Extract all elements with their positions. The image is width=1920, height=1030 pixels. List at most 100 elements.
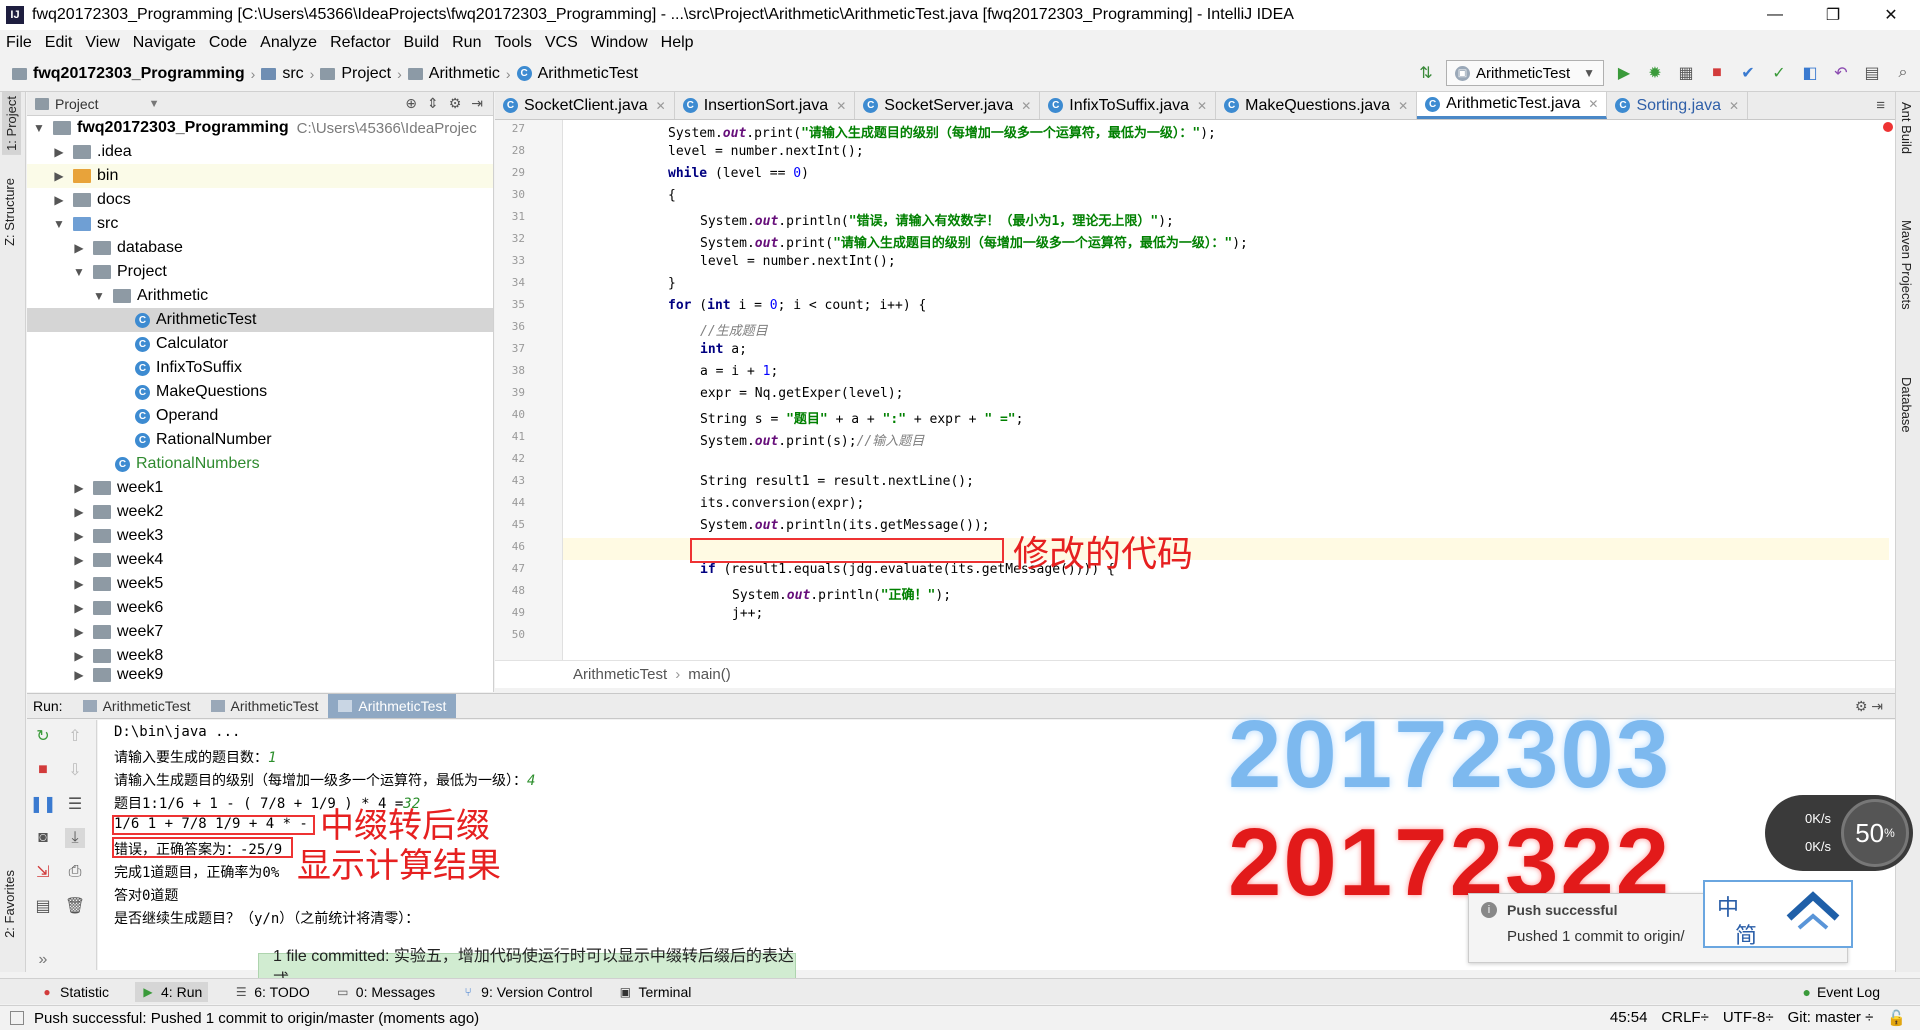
breadcrumb-method[interactable]: main() bbox=[688, 666, 731, 683]
tab-arithmetictest[interactable]: C ArithmeticTest.java ✕ bbox=[1417, 92, 1608, 119]
run-icon[interactable]: ▶ bbox=[1613, 62, 1635, 84]
tree-item-bin[interactable]: ▶ bin bbox=[27, 164, 493, 188]
tab-socketserver[interactable]: C SocketServer.java ✕ bbox=[855, 92, 1041, 119]
close-icon[interactable]: ✕ bbox=[656, 99, 666, 113]
project-structure-icon[interactable]: ▤ bbox=[1861, 62, 1883, 84]
tab-socketclient[interactable]: C SocketClient.java ✕ bbox=[495, 92, 675, 119]
tree-item-week1[interactable]: ▶ week1 bbox=[27, 476, 493, 500]
line-separator[interactable]: CRLF÷ bbox=[1661, 1009, 1708, 1027]
project-view-select[interactable]: Project bbox=[55, 96, 99, 112]
layout-icon[interactable]: ▤ bbox=[33, 896, 53, 916]
breadcrumb-class[interactable]: ArithmeticTest bbox=[573, 666, 667, 683]
tree-item-makequestions[interactable]: C MakeQuestions bbox=[27, 380, 493, 404]
collapse-arrow-icon[interactable]: ▶ bbox=[71, 553, 87, 567]
database-tab[interactable]: Database bbox=[1899, 377, 1914, 433]
run-tab[interactable]: ArithmeticTest bbox=[201, 694, 329, 718]
tree-item-week2[interactable]: ▶ week2 bbox=[27, 500, 493, 524]
tree-item-database[interactable]: ▶ database bbox=[27, 236, 493, 260]
tree-item-rationalnumbers[interactable]: C RationalNumbers bbox=[27, 452, 493, 476]
menu-edit[interactable]: Edit bbox=[45, 34, 73, 52]
tree-item-operand[interactable]: C Operand bbox=[27, 404, 493, 428]
vcs-revert-icon[interactable]: ↶ bbox=[1830, 62, 1852, 84]
collapse-arrow-icon[interactable]: ▶ bbox=[51, 169, 67, 183]
tab-insertionsort[interactable]: C InsertionSort.java ✕ bbox=[675, 92, 856, 119]
ime-toolbar[interactable]: 中 简 bbox=[1703, 880, 1853, 948]
close-icon[interactable]: ✕ bbox=[1021, 99, 1031, 113]
gear-icon[interactable]: ⚙ ⇥ bbox=[1855, 698, 1883, 715]
vcs-commit-icon[interactable]: ✓ bbox=[1768, 62, 1790, 84]
collapse-arrow-icon[interactable]: ▶ bbox=[71, 481, 87, 495]
collapse-arrow-icon[interactable]: ▶ bbox=[51, 193, 67, 207]
expand-arrow-icon[interactable]: ▼ bbox=[91, 289, 107, 303]
tab-messages[interactable]: ▭ 0: Messages bbox=[336, 984, 435, 1000]
collapse-arrow-icon[interactable]: ▶ bbox=[71, 505, 87, 519]
tree-root[interactable]: ▼ fwq20172303_Programming C:\Users\45366… bbox=[27, 116, 493, 140]
collapse-arrow-icon[interactable]: ▶ bbox=[71, 577, 87, 591]
collapse-arrow-icon[interactable]: ▶ bbox=[71, 529, 87, 543]
breadcrumb-src[interactable]: src › bbox=[261, 65, 314, 83]
search-icon[interactable]: ⌕ bbox=[1892, 62, 1914, 84]
scroll-to-end-icon[interactable]: ⤓ bbox=[65, 828, 85, 848]
soft-wrap-icon[interactable]: ☰ bbox=[65, 794, 85, 814]
tree-item-idea[interactable]: ▶ .idea bbox=[27, 140, 493, 164]
git-branch[interactable]: Git: master ÷ bbox=[1788, 1009, 1874, 1027]
pause-icon[interactable]: ❚❚ bbox=[30, 794, 57, 814]
collapse-icon[interactable]: ⇕ bbox=[427, 95, 439, 112]
commit-balloon[interactable]: 1 file committed: 实验五，增加代码使运行时可以显示中缀转后缀后… bbox=[258, 948, 796, 989]
tab-run[interactable]: ▶ 4: Run bbox=[135, 981, 209, 1002]
close-icon[interactable]: ✕ bbox=[1398, 99, 1408, 113]
file-encoding[interactable]: UTF-8÷ bbox=[1723, 1009, 1774, 1027]
collapse-arrow-icon[interactable]: ▶ bbox=[71, 625, 87, 639]
menu-refactor[interactable]: Refactor bbox=[330, 34, 390, 52]
exit-icon[interactable]: ⇲ bbox=[33, 862, 53, 882]
tree-item-infixtosuffix[interactable]: C InfixToSuffix bbox=[27, 356, 493, 380]
lock-icon[interactable]: 🔓 bbox=[1887, 1009, 1906, 1027]
stop-icon[interactable]: ■ bbox=[33, 760, 53, 780]
caret-position[interactable]: 45:54 bbox=[1610, 1009, 1648, 1027]
collapse-arrow-icon[interactable]: ▶ bbox=[71, 601, 87, 615]
tree-item-week3[interactable]: ▶ week3 bbox=[27, 524, 493, 548]
tree-item-docs[interactable]: ▶ docs bbox=[27, 188, 493, 212]
menu-window[interactable]: Window bbox=[591, 34, 648, 52]
tree-item-rationalnumber[interactable]: C RationalNumber bbox=[27, 428, 493, 452]
maximize-button[interactable]: ❐ bbox=[1804, 0, 1862, 30]
error-indicator-icon[interactable] bbox=[1883, 122, 1893, 132]
more-icon[interactable]: » bbox=[33, 950, 53, 970]
breadcrumb-arithmetic[interactable]: Arithmetic › bbox=[407, 65, 511, 83]
tree-item-week7[interactable]: ▶ week7 bbox=[27, 620, 493, 644]
structure-tool-tab[interactable]: Z: Structure bbox=[2, 178, 17, 246]
tree-item-week6[interactable]: ▶ week6 bbox=[27, 596, 493, 620]
down-arrow-icon[interactable]: ⇩ bbox=[65, 760, 85, 780]
tree-item-arithmetic[interactable]: ▼ Arithmetic bbox=[27, 284, 493, 308]
ant-build-tab[interactable]: Ant Build bbox=[1899, 102, 1914, 154]
close-icon[interactable]: ✕ bbox=[1729, 99, 1739, 113]
menu-tools[interactable]: Tools bbox=[494, 34, 531, 52]
tool-windows-icon[interactable] bbox=[10, 1011, 24, 1025]
favorites-tool-tab[interactable]: 2: Favorites bbox=[2, 870, 17, 938]
ime-simplified-mode[interactable]: 简 bbox=[1735, 918, 1757, 950]
menu-file[interactable]: File bbox=[6, 34, 32, 52]
breadcrumb-project-pkg[interactable]: Project › bbox=[320, 65, 402, 83]
tree-item-arithmetictest[interactable]: C ArithmeticTest bbox=[27, 308, 493, 332]
print-icon[interactable]: ⎙ bbox=[65, 862, 85, 882]
tree-item-project[interactable]: ▼ Project bbox=[27, 260, 493, 284]
maven-projects-tab[interactable]: Maven Projects bbox=[1899, 220, 1914, 310]
event-log-tab[interactable]: ● Event Log bbox=[1802, 984, 1880, 1000]
stop-icon[interactable]: ■ bbox=[1706, 62, 1728, 84]
menu-vcs[interactable]: VCS bbox=[545, 34, 578, 52]
menu-view[interactable]: View bbox=[85, 34, 119, 52]
collapse-arrow-icon[interactable]: ▶ bbox=[71, 668, 87, 682]
camera-icon[interactable]: ◙ bbox=[33, 828, 53, 848]
minimize-button[interactable]: — bbox=[1746, 0, 1804, 30]
project-tool-tab[interactable]: 1: Project bbox=[2, 92, 21, 155]
tree-item-week9[interactable]: ▶ week9 bbox=[27, 668, 493, 682]
close-icon[interactable]: ✕ bbox=[836, 99, 846, 113]
rerun-icon[interactable]: ↻ bbox=[33, 726, 53, 746]
tab-makequestions[interactable]: C MakeQuestions.java ✕ bbox=[1216, 92, 1418, 119]
sort-arrows-icon[interactable]: ⇅ bbox=[1415, 62, 1437, 84]
collapse-arrow-icon[interactable]: ▶ bbox=[51, 145, 67, 159]
tab-statistic[interactable]: ● Statistic bbox=[40, 984, 109, 1000]
tab-terminal[interactable]: ▣ Terminal bbox=[618, 984, 692, 1000]
gear-icon[interactable]: ⚙ bbox=[449, 95, 462, 112]
tree-item-week5[interactable]: ▶ week5 bbox=[27, 572, 493, 596]
